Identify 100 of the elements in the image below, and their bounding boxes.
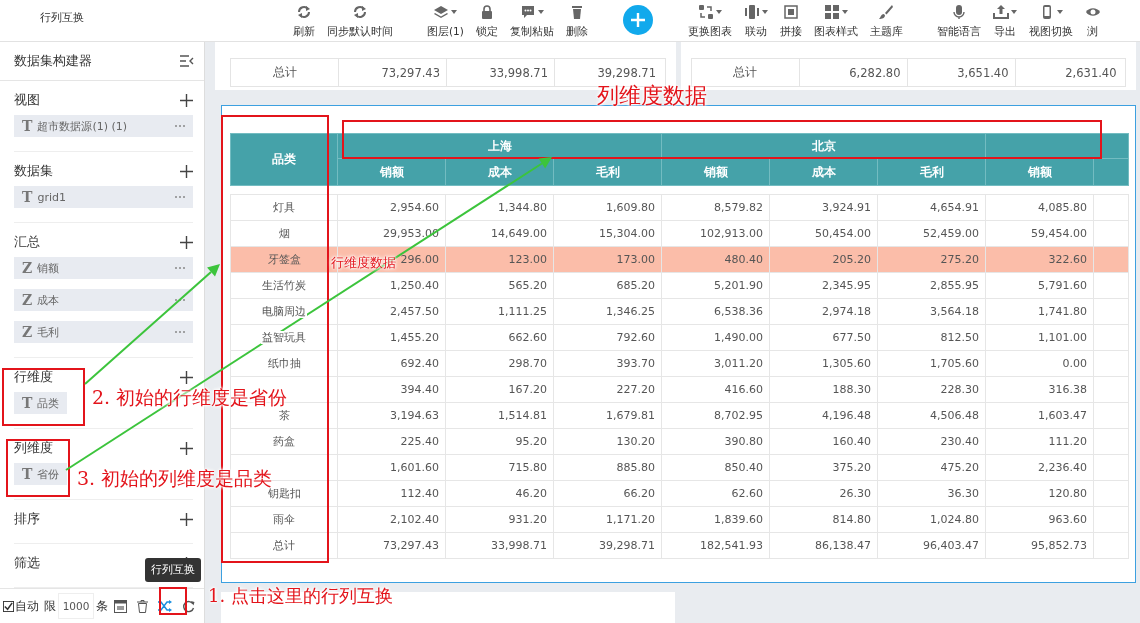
table-cell: 715.80 [445,454,554,481]
table-cell: 230.40 [877,428,986,455]
table-cell: 677.50 [769,324,878,351]
table-cell: 2,102.40 [337,506,446,533]
table-cell: 416.60 [661,376,770,403]
table-cell: 1,344.80 [445,194,554,221]
table-cell: 46.20 [445,480,554,507]
table-cell: 1,490.00 [661,324,770,351]
table-cell: 160.40 [769,428,878,455]
column-header: 毛利 [553,158,662,186]
table-cell: 86,138.47 [769,532,878,559]
table-cell-text: 总计 [271,64,298,81]
table-cell: 111.20 [985,428,1094,455]
table-cell: 33,998.71 [446,59,554,86]
table-cell: 8,702.95 [661,402,770,429]
column-header: 销额 [985,158,1094,186]
table-cell: 228.30 [877,376,986,403]
table-cell-text: 总计 [732,64,758,81]
table-cell: 生活竹炭 [230,272,338,299]
table-cell: 1,514.81 [445,402,554,429]
table-cell: 182,541.93 [661,532,770,559]
table-cell: 480.40 [661,246,770,273]
table-cell: 173.00 [553,246,662,273]
table-cell: 298.70 [445,350,554,377]
table-cell: 931.20 [445,506,554,533]
table-cell: 1,603.47 [985,402,1094,429]
table-cell: 1,741.80 [985,298,1094,325]
table-cell: 850.40 [661,454,770,481]
table-cell: 1,250.40 [337,272,446,299]
tooltip: 行列互换 [145,558,201,583]
table-cell: 6,282.80 [798,59,907,86]
table-cell: 112.40 [337,480,446,507]
limit-label: 限 [44,597,56,615]
table-cell: 2,236.40 [985,454,1094,481]
table-cell: 167.20 [445,376,554,403]
table-cell: 3,564.18 [877,298,986,325]
section-title: 汇总 [14,233,40,251]
table-cell: 188.30 [769,376,878,403]
table-cell: 1,111.25 [445,298,554,325]
table-cell: 药盒 [230,428,338,455]
table-cell: 73,297.43 [338,59,446,86]
table-cell: 2,974.18 [769,298,878,325]
table-cell: 394.40 [337,376,446,403]
table-cell: 2,855.95 [877,272,986,299]
section-title: 筛选 [14,554,40,572]
table-cell: 225.40 [337,428,446,455]
table-cell: 1,601.60 [337,454,446,481]
table-cell: 4,506.48 [877,402,986,429]
table-cell: 1,609.80 [553,194,662,221]
page-title: 行列互换 [39,10,85,26]
table-cell: 6,538.36 [661,298,770,325]
section-title: 行维度 [14,368,53,386]
table-cell: 5,791.60 [985,272,1094,299]
table-cell: 66.20 [553,480,662,507]
table-cell: 963.60 [985,506,1094,533]
table-cell: 3,924.91 [769,194,878,221]
column-group-header: 北京 [661,133,986,159]
section-title: 排序 [14,510,40,528]
table-cell: 4,085.80 [985,194,1094,221]
table-cell: 59,454.00 [985,220,1094,247]
table-cell: 316.38 [985,376,1094,403]
section-title: 视图 [14,91,40,109]
table-cell: 62.60 [661,480,770,507]
unit-label: 条 [96,597,108,615]
table-cell: 26.30 [769,480,878,507]
table-cell: 565.20 [445,272,554,299]
table-cell: 812.50 [877,324,986,351]
table-cell: 总计 [230,532,338,559]
table-cell: 95.20 [445,428,554,455]
annotation-text: 列维度数据 [597,85,707,107]
annotation-text: 1. 点击这里的行列互换 [208,587,393,605]
table-cell: 73,297.43 [337,532,446,559]
table-cell: 3,651.40 [906,59,1015,86]
table-cell: 692.40 [337,350,446,377]
table-cell: 39,298.71 [553,532,662,559]
table-cell: 14,649.00 [445,220,554,247]
table-cell: 烟 [230,220,338,247]
panel-title: 数据集构建器 [14,52,92,70]
column-header: 毛利 [877,158,986,186]
table-cell: 375.20 [769,454,878,481]
column-header: 成本 [769,158,878,186]
table-cell: 390.80 [661,428,770,455]
table-cell: 1,305.60 [769,350,878,377]
table-cell: 393.70 [553,350,662,377]
table-cell: 1,839.60 [661,506,770,533]
table-cell: 50,454.00 [769,220,878,247]
table-cell: 96,403.47 [877,532,986,559]
table-cell: 33,998.71 [445,532,554,559]
column-header: 销额 [661,158,770,186]
table-cell: 227.20 [553,376,662,403]
table-cell: 雨伞 [230,506,338,533]
table-cell: 130.20 [553,428,662,455]
table-cell: 1,705.60 [877,350,986,377]
table-cell: 2,457.50 [337,298,446,325]
table-cell: 322.60 [985,246,1094,273]
table-cell: 2,954.60 [337,194,446,221]
table-cell: 662.60 [445,324,554,351]
table-cell: 275.20 [877,246,986,273]
table-cell: 1,679.81 [553,402,662,429]
table-cell: 灯具 [230,194,338,221]
